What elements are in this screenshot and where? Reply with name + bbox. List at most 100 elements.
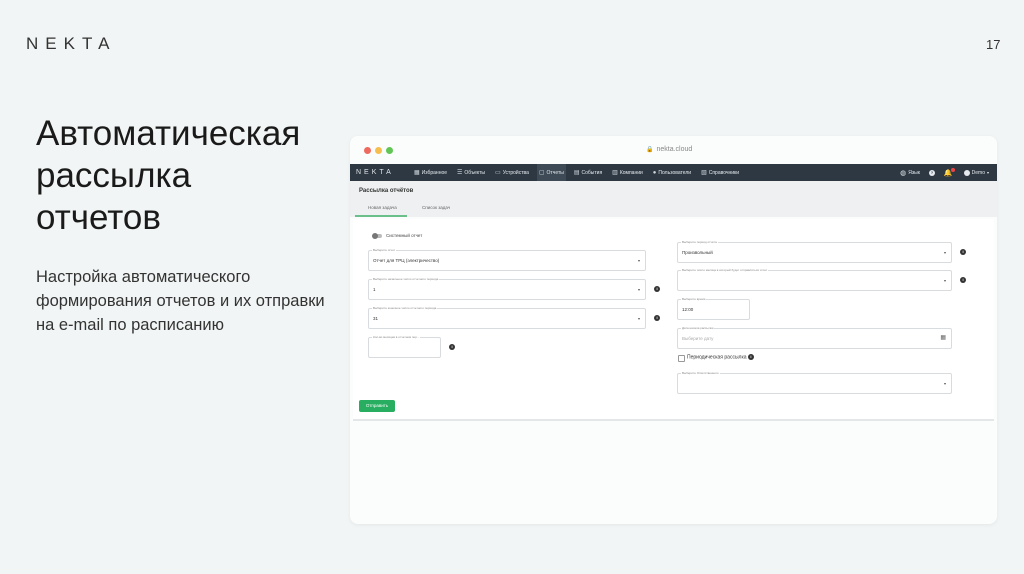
user-avatar-icon [963, 169, 970, 176]
report-form: Системный отчет Периодическая рассылка i… [353, 219, 994, 419]
company-icon: ▥ [612, 170, 618, 176]
info-icon[interactable]: i [960, 277, 966, 283]
field-label: Выберите время [681, 297, 707, 301]
nav-item-6[interactable]: ▥ Компании [610, 164, 645, 181]
calendar-icon: ▤ [573, 170, 580, 176]
responsible-select[interactable]: Выберите Ответственного ▾ [677, 371, 952, 394]
field-label: Выберите конечное число отчетного период… [372, 306, 438, 310]
field-label: Выберите отчет [372, 248, 397, 252]
content-bottom-edge [353, 419, 994, 421]
top-navbar: NEKTA ▦ Избранное ☰ Объекты ▭ Устройства ▢ Отче… [350, 164, 997, 181]
tab-new-task[interactable]: Новая задача [368, 205, 397, 210]
chevron-down-icon: ▾ [943, 250, 946, 255]
minimize-window-dot[interactable] [375, 147, 382, 154]
field-value: Отчет для ТРЦ (электричество) [373, 258, 440, 263]
info-icon[interactable]: i [747, 354, 754, 360]
left-field-4[interactable]: Кол-во месяцев в отчетном пер... [368, 335, 441, 358]
nav-item-label: Избранное [421, 169, 448, 176]
field-label: Выберите начальное число отчетного перио… [372, 277, 440, 281]
nav-logo[interactable]: NEKTA [356, 169, 394, 176]
list-icon: ☰ [457, 170, 463, 176]
chevron-down-icon: ▾ [637, 287, 640, 292]
info-icon[interactable]: i [449, 344, 455, 350]
periodic-mailing-checkbox[interactable] [678, 355, 685, 362]
field-label: Выберите число месяца в который будет от… [681, 268, 769, 272]
nav-item-label: Отчеты [546, 169, 564, 176]
help-button[interactable]: ? [928, 169, 935, 176]
maximize-window-dot[interactable] [386, 147, 393, 154]
user-name: Demo [971, 169, 985, 176]
user-menu[interactable]: Demo ▾ [963, 169, 989, 176]
address-bar[interactable]: 🔒 nekta.cloud [646, 146, 692, 153]
company-logo: NEKTA [26, 34, 117, 53]
nav-item-label: Пользователи [658, 169, 692, 176]
report-icon: ▢ [538, 170, 545, 176]
nav-item-4[interactable]: ▢ Отчеты [536, 164, 566, 181]
right-field-2[interactable]: Выберите число месяца в который будет от… [677, 268, 952, 291]
nav-item-5[interactable]: ▤ События [572, 164, 604, 181]
page-header: Рассылка отчётов Новая задача Список зад… [350, 181, 997, 217]
browser-window: 🔒 nekta.cloud NEKTA ▦ Избранное ☰ Объекты ▭ Ус… [350, 136, 997, 524]
chevron-down-icon: ▾ [943, 381, 946, 386]
nav-item-label: Компании [619, 169, 643, 176]
field-label: Дата начала рассылки [681, 326, 715, 330]
slide-heading: Автоматическая рассылка отчетов [36, 114, 301, 237]
submit-button[interactable]: Отправить [359, 400, 395, 412]
notification-badge [950, 168, 955, 172]
field-value: 12:00 [682, 307, 694, 312]
left-field-1[interactable]: Выберите отчет Отчет для ТРЦ (электричест… [368, 248, 646, 271]
nav-item-2[interactable]: ☰ Объекты [455, 164, 487, 181]
chevron-down-icon: ▾ [637, 316, 640, 321]
language-label: Язык [908, 169, 920, 176]
nav-item-1[interactable]: ▦ Избранное [412, 164, 449, 181]
left-field-2[interactable]: Выберите начальное число отчетного перио… [368, 277, 646, 300]
grid-icon: ▦ [414, 170, 420, 176]
right-field-4[interactable]: Дата начала рассылки Выберите дату ▦ [677, 326, 952, 349]
url-text: nekta.cloud [656, 146, 693, 153]
info-icon[interactable]: i [654, 286, 660, 292]
right-field-1[interactable]: Выберите период отчёта Произвольный ▾ [677, 240, 952, 263]
nav-right: ◍ Язык ? 🔔 Demo ▾ [891, 164, 989, 181]
nav-item-label: Устройства [502, 169, 529, 176]
browser-titlebar: 🔒 nekta.cloud [350, 136, 997, 164]
book-icon: ▧ [701, 170, 707, 176]
user-icon: ● [652, 169, 657, 176]
close-window-dot[interactable] [364, 147, 371, 154]
nav-item-8[interactable]: ▧ Справочники [699, 164, 741, 181]
field-value: 1 [373, 287, 376, 292]
nav-item-3[interactable]: ▭ Устройства [493, 164, 531, 181]
language-switch[interactable]: ◍ Язык [900, 169, 920, 177]
nav-item-label: Объекты [464, 169, 486, 176]
page-title: Рассылка отчётов [359, 188, 414, 194]
nav-item-label: События [581, 169, 603, 176]
page-number: 17 [986, 37, 1001, 52]
globe-icon: ◍ [900, 169, 907, 177]
info-icon[interactable]: i [960, 249, 966, 255]
field-value: Выберите дату [682, 336, 714, 341]
field-value: 31 [373, 316, 379, 321]
periodic-mailing-label: Периодическая рассылка i [687, 354, 754, 360]
notifications-button[interactable]: 🔔 [944, 168, 955, 177]
right-field-3[interactable]: Выберите время 12:00 [677, 297, 750, 320]
nav-item-7[interactable]: ● Пользователи [651, 164, 693, 181]
system-report-label: Системный отчет [386, 233, 423, 238]
calendar-icon[interactable]: ▦ [940, 334, 946, 341]
left-field-3[interactable]: Выберите конечное число отчетного период… [368, 306, 646, 329]
system-report-toggle[interactable] [372, 233, 382, 239]
slide-description: Настройка автоматического формирования о… [36, 268, 325, 334]
chevron-down-icon: ▾ [986, 170, 989, 175]
field-label: Выберите Ответственного [681, 371, 720, 375]
tab-task-list[interactable]: Список задач [422, 205, 450, 210]
info-icon[interactable]: i [654, 315, 660, 321]
lock-icon: 🔒 [646, 147, 654, 153]
field-label: Кол-во месяцев в отчетном пер... [372, 335, 421, 339]
chevron-down-icon: ▾ [943, 278, 946, 283]
field-value: Произвольный [682, 250, 713, 255]
nav-menu: ▦ Избранное ☰ Объекты ▭ Устройства ▢ Отчеты ▤ Соб… [412, 164, 747, 181]
chevron-down-icon: ▾ [637, 258, 640, 263]
device-icon: ▭ [495, 170, 501, 176]
active-tab-indicator [355, 215, 407, 217]
help-icon: ? [928, 169, 935, 176]
nav-item-label: Справочники [708, 169, 740, 176]
field-label: Выберите период отчёта [681, 240, 718, 244]
